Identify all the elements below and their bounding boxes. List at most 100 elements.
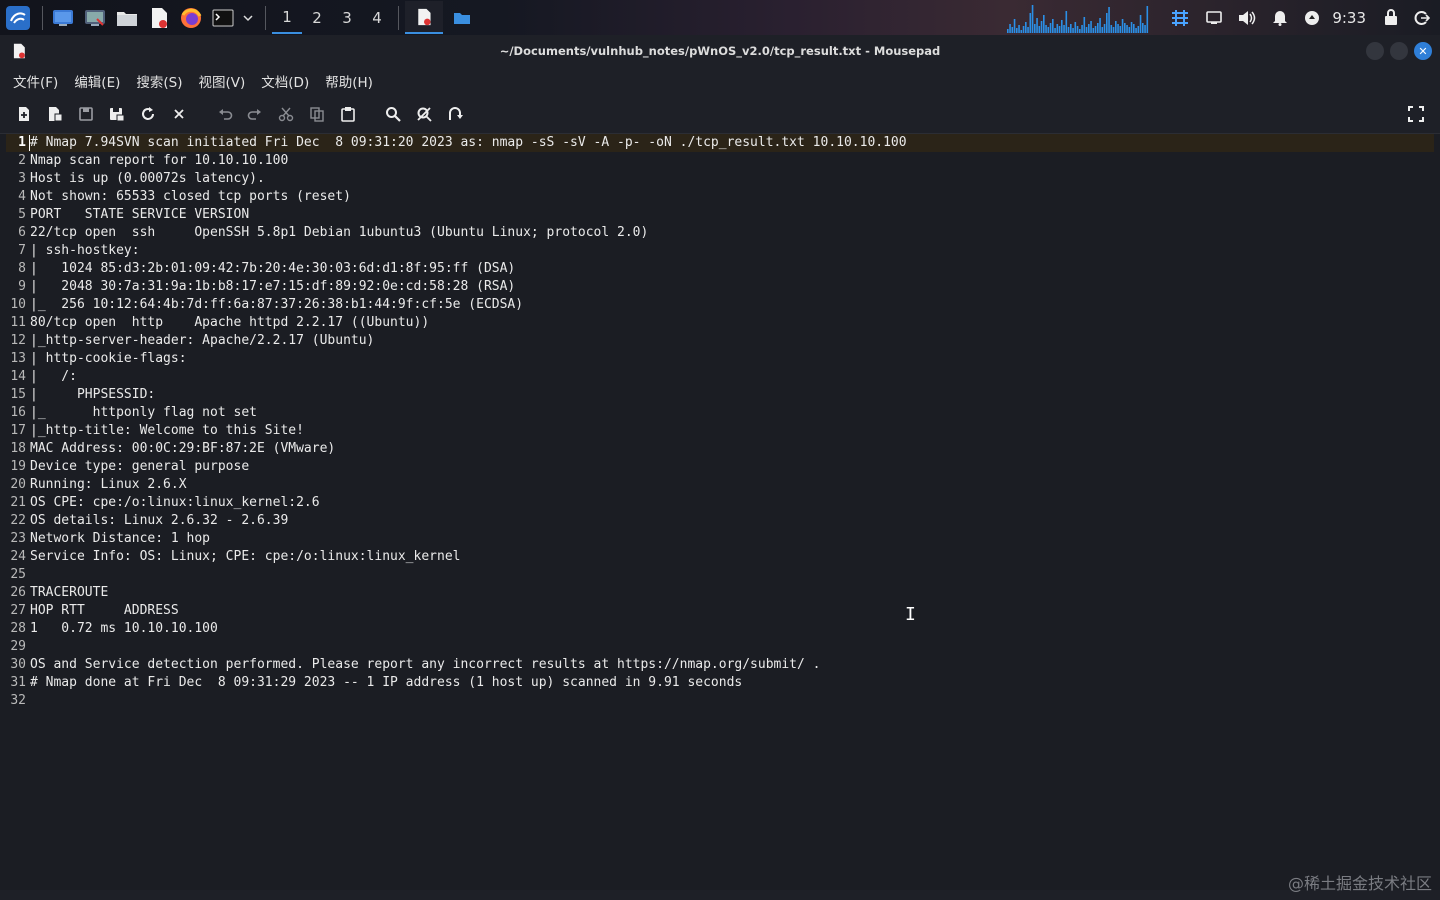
chevron-down-icon[interactable] (241, 4, 255, 32)
menu-file[interactable]: 文件(F) (0, 71, 66, 91)
line-text[interactable]: PORT STATE SERVICE VERSION (30, 206, 249, 224)
line-text[interactable]: OS and Service detection performed. Plea… (30, 656, 821, 674)
copy-icon[interactable] (307, 104, 327, 124)
line-text[interactable]: | http-cookie-flags: (30, 350, 194, 368)
display-icon[interactable] (1198, 0, 1230, 35)
editor-line[interactable]: 15 | PHPSESSID: (6, 386, 1434, 404)
lock-icon[interactable] (1376, 0, 1406, 35)
search-icon[interactable] (383, 104, 403, 124)
line-text[interactable]: 80/tcp open http Apache httpd 2.2.17 ((U… (30, 314, 429, 332)
line-text[interactable]: TRACEROUTE (30, 584, 108, 602)
editor-line[interactable]: 3 Host is up (0.00072s latency). (6, 170, 1434, 188)
terminal-emulator-icon[interactable] (81, 4, 109, 32)
save-as-icon[interactable] (107, 104, 127, 124)
line-text[interactable]: | /: (30, 368, 85, 386)
close-document-icon[interactable] (169, 104, 189, 124)
editor-line[interactable]: 27 HOP RTT ADDRESS (6, 602, 1434, 620)
line-text[interactable]: Running: Linux 2.6.X (30, 476, 187, 494)
editor-line[interactable]: 7 | ssh-hostkey: (6, 242, 1434, 260)
line-text[interactable]: Nmap scan report for 10.10.10.100 (30, 152, 288, 170)
undo-icon[interactable] (215, 104, 235, 124)
file-manager-icon[interactable] (113, 4, 141, 32)
line-text[interactable]: | 1024 85:d3:2b:01:09:42:7b:20:4e:30:03:… (30, 260, 515, 278)
menu-edit[interactable]: 编辑(E) (66, 71, 128, 91)
line-text[interactable]: 22/tcp open ssh OpenSSH 5.8p1 Debian 1ub… (30, 224, 648, 242)
editor-line[interactable]: 4 Not shown: 65533 closed tcp ports (rese… (6, 188, 1434, 206)
network-icon[interactable] (1296, 0, 1328, 35)
editor-line[interactable]: 11 80/tcp open http Apache httpd 2.2.17 (… (6, 314, 1434, 332)
fullscreen-icon[interactable] (1406, 104, 1426, 124)
taskbar-app-file-manager[interactable] (443, 1, 481, 34)
editor-line[interactable]: 5 PORT STATE SERVICE VERSION (6, 206, 1434, 224)
line-text[interactable]: | 2048 30:7a:31:9a:1b:b8:17:e7:15:df:89:… (30, 278, 515, 296)
minimize-button[interactable] (1366, 42, 1384, 60)
menu-view[interactable]: 视图(V) (191, 71, 254, 91)
editor-line[interactable]: 19 Device type: general purpose (6, 458, 1434, 476)
editor-line[interactable]: 23 Network Distance: 1 hop (6, 530, 1434, 548)
input-method-icon[interactable] (1162, 0, 1198, 35)
editor-line[interactable]: 17 |_http-title: Welcome to this Site! (6, 422, 1434, 440)
line-text[interactable]: OS details: Linux 2.6.32 - 2.6.39 (30, 512, 288, 530)
line-text[interactable]: Network Distance: 1 hop (30, 530, 210, 548)
new-document-icon[interactable] (14, 104, 34, 124)
editor-line[interactable]: 14 | /: (6, 368, 1434, 386)
clock[interactable]: 9:33 (1328, 9, 1376, 27)
editor-line[interactable]: 2 Nmap scan report for 10.10.10.100 (6, 152, 1434, 170)
reload-icon[interactable] (138, 104, 158, 124)
editor-line[interactable]: 29 (6, 638, 1434, 656)
line-text[interactable]: HOP RTT ADDRESS (30, 602, 179, 620)
find-replace-icon[interactable] (414, 104, 434, 124)
line-text[interactable]: # Nmap done at Fri Dec 8 09:31:29 2023 -… (30, 674, 742, 692)
kali-menu-icon[interactable] (4, 4, 32, 32)
firefox-icon[interactable] (177, 4, 205, 32)
editor-line[interactable]: 6 22/tcp open ssh OpenSSH 5.8p1 Debian 1u… (6, 224, 1434, 242)
line-text[interactable]: Device type: general purpose (30, 458, 249, 476)
editor-line[interactable]: 21 OS CPE: cpe:/o:linux:linux_kernel:2.6 (6, 494, 1434, 512)
desktop-icon[interactable] (49, 4, 77, 32)
editor-line[interactable]: 22 OS details: Linux 2.6.32 - 2.6.39 (6, 512, 1434, 530)
line-text[interactable]: |_ httponly flag not set (30, 404, 257, 422)
editor-line[interactable]: 24 Service Info: OS: Linux; CPE: cpe:/o:l… (6, 548, 1434, 566)
editor-line[interactable]: 1 # Nmap 7.94SVN scan initiated Fri Dec 8… (6, 134, 1434, 152)
line-text[interactable]: MAC Address: 00:0C:29:BF:87:2E (VMware) (30, 440, 335, 458)
editor-line[interactable]: 18 MAC Address: 00:0C:29:BF:87:2E (VMware… (6, 440, 1434, 458)
goto-line-icon[interactable] (445, 104, 465, 124)
editor-line[interactable]: 30 OS and Service detection performed. Pl… (6, 656, 1434, 674)
workspace-4[interactable]: 4 (362, 1, 392, 34)
line-text[interactable]: 1 0.72 ms 10.10.10.100 (30, 620, 218, 638)
redo-icon[interactable] (245, 104, 265, 124)
workspace-3[interactable]: 3 (332, 1, 362, 34)
menu-search[interactable]: 搜索(S) (128, 71, 190, 91)
close-button[interactable]: ✕ (1414, 42, 1432, 60)
terminal-icon[interactable] (209, 4, 237, 32)
line-text[interactable]: |_ 256 10:12:64:4b:7d:ff:6a:87:37:26:38:… (30, 296, 523, 314)
workspace-2[interactable]: 2 (302, 1, 332, 34)
editor-line[interactable]: 12 |_http-server-header: Apache/2.2.17 (U… (6, 332, 1434, 350)
line-text[interactable]: OS CPE: cpe:/o:linux:linux_kernel:2.6 (30, 494, 320, 512)
line-text[interactable]: | PHPSESSID: (30, 386, 163, 404)
editor-line[interactable]: 26 TRACEROUTE (6, 584, 1434, 602)
editor-line[interactable]: 20 Running: Linux 2.6.X (6, 476, 1434, 494)
editor-line[interactable]: 31 # Nmap done at Fri Dec 8 09:31:29 2023… (6, 674, 1434, 692)
taskbar-app-mousepad[interactable] (405, 1, 443, 34)
editor-line[interactable]: 28 1 0.72 ms 10.10.10.100 (6, 620, 1434, 638)
editor-line[interactable]: 13 | http-cookie-flags: (6, 350, 1434, 368)
maximize-button[interactable] (1390, 42, 1408, 60)
editor-line[interactable]: 10 |_ 256 10:12:64:4b:7d:ff:6a:87:37:26:3… (6, 296, 1434, 314)
editor-line[interactable]: 16 |_ httponly flag not set (6, 404, 1434, 422)
paste-icon[interactable] (338, 104, 358, 124)
workspace-1[interactable]: 1 (272, 1, 302, 34)
line-text[interactable]: Host is up (0.00072s latency). (30, 170, 265, 188)
save-icon[interactable] (76, 104, 96, 124)
text-editor-icon[interactable] (145, 4, 173, 32)
new-window-icon[interactable] (45, 104, 65, 124)
window-titlebar[interactable]: ~/Documents/vulnhub_notes/pWnOS_v2.0/tcp… (0, 35, 1440, 67)
line-text[interactable]: Service Info: OS: Linux; CPE: cpe:/o:lin… (30, 548, 460, 566)
menu-document[interactable]: 文档(D) (253, 71, 317, 91)
cut-icon[interactable] (276, 104, 296, 124)
editor-line[interactable]: 9 | 2048 30:7a:31:9a:1b:b8:17:e7:15:df:89… (6, 278, 1434, 296)
logout-icon[interactable] (1406, 0, 1440, 35)
line-text[interactable]: # Nmap 7.94SVN scan initiated Fri Dec 8 … (30, 134, 907, 152)
text-editor[interactable]: 1 # Nmap 7.94SVN scan initiated Fri Dec 8… (6, 134, 1434, 890)
menu-help[interactable]: 帮助(H) (317, 71, 381, 91)
